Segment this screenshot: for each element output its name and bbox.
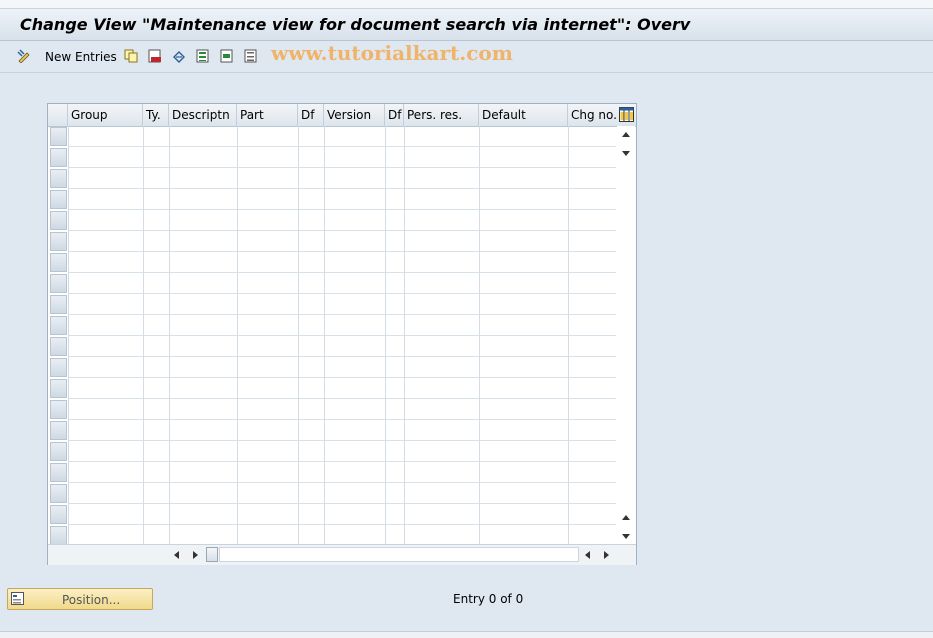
new-entries-button[interactable]: New Entries: [45, 48, 117, 66]
table-row: [68, 230, 616, 231]
scroll-right-icon[interactable]: [193, 551, 198, 559]
column-header[interactable]: Group: [68, 104, 143, 126]
table-header: Group Ty. Descriptn Part Df Version Df P…: [48, 104, 636, 127]
table-row: [68, 314, 616, 315]
column-divider: [568, 126, 569, 544]
row-selector[interactable]: [50, 316, 67, 335]
row-selector[interactable]: [50, 379, 67, 398]
row-selector[interactable]: [50, 274, 67, 293]
column-divider: [385, 126, 386, 544]
table-row: [68, 188, 616, 189]
table-row: [68, 209, 616, 210]
column-divider: [169, 126, 170, 544]
row-selector[interactable]: [50, 169, 67, 188]
delete-icon[interactable]: [148, 49, 162, 63]
scroll-up-icon[interactable]: [622, 132, 630, 137]
table-row: [68, 524, 616, 525]
row-selector[interactable]: [50, 505, 67, 524]
column-header[interactable]: Part: [237, 104, 298, 126]
table-row: [68, 335, 616, 336]
page-title: Change View "Maintenance view for docume…: [20, 15, 691, 34]
deselect-all-icon[interactable]: [244, 49, 258, 63]
watermark: www.tutorialkart.com: [271, 41, 513, 65]
row-selector[interactable]: [50, 190, 67, 209]
table-row: [68, 272, 616, 273]
table-row: [68, 293, 616, 294]
select-block-icon[interactable]: [220, 49, 234, 63]
position-icon: [11, 592, 24, 605]
vertical-scrollbar[interactable]: [617, 126, 635, 544]
top-border: [0, 0, 933, 9]
row-selector[interactable]: [50, 127, 67, 146]
title-bar: Change View "Maintenance view for docume…: [0, 9, 933, 41]
table-row: [68, 482, 616, 483]
column-divider: [298, 126, 299, 544]
scroll-down-icon[interactable]: [622, 534, 630, 539]
row-selector[interactable]: [50, 400, 67, 419]
copy-as-icon[interactable]: [124, 49, 138, 63]
column-divider: [324, 126, 325, 544]
table-row: [68, 146, 616, 147]
table-row: [68, 251, 616, 252]
column-header[interactable]: Default: [479, 104, 568, 126]
row-selector[interactable]: [50, 232, 67, 251]
scroll-page-down-icon[interactable]: [622, 151, 630, 156]
row-selector[interactable]: [50, 337, 67, 356]
row-selector[interactable]: [50, 211, 67, 230]
table-row: [68, 461, 616, 462]
column-header[interactable]: Df: [298, 104, 324, 126]
entry-counter: Entry 0 of 0: [453, 592, 524, 606]
scroll-columns-right-icon[interactable]: [604, 551, 609, 559]
column-header[interactable]: Descriptn: [169, 104, 237, 126]
select-all-rows-corner[interactable]: [48, 104, 68, 126]
horizontal-scroll-track[interactable]: [219, 547, 579, 562]
column-header[interactable]: Version: [324, 104, 385, 126]
column-header[interactable]: Chg no.: [568, 104, 618, 126]
table-row: [68, 398, 616, 399]
display-change-icon[interactable]: [17, 49, 31, 63]
table-row: [68, 503, 616, 504]
table-control: Group Ty. Descriptn Part Df Version Df P…: [47, 103, 637, 565]
row-selector[interactable]: [50, 358, 67, 377]
horizontal-scrollbar[interactable]: [48, 544, 636, 565]
row-selector[interactable]: [50, 484, 67, 503]
row-selector[interactable]: [50, 148, 67, 167]
scroll-page-up-icon[interactable]: [622, 515, 630, 520]
row-selector[interactable]: [50, 295, 67, 314]
position-button-label: Position...: [62, 593, 121, 607]
table-settings-icon[interactable]: [619, 107, 634, 122]
column-divider: [404, 126, 405, 544]
table-row: [68, 356, 616, 357]
column-header[interactable]: Ty.: [143, 104, 169, 126]
row-selector[interactable]: [50, 442, 67, 461]
column-divider: [68, 126, 69, 544]
column-header[interactable]: Df: [385, 104, 404, 126]
row-selector[interactable]: [50, 253, 67, 272]
new-entries-label: New Entries: [45, 50, 117, 64]
column-header[interactable]: Pers. res.: [404, 104, 479, 126]
row-selector[interactable]: [50, 526, 67, 545]
row-selector[interactable]: [50, 463, 67, 482]
column-divider: [143, 126, 144, 544]
row-selector[interactable]: [50, 421, 67, 440]
scroll-left-icon[interactable]: [174, 551, 179, 559]
scroll-columns-left-icon[interactable]: [585, 551, 590, 559]
column-divider: [479, 126, 480, 544]
position-button[interactable]: Position...: [7, 588, 153, 610]
table-row: [68, 167, 616, 168]
column-divider: [237, 126, 238, 544]
select-all-icon[interactable]: [196, 49, 210, 63]
undo-change-icon[interactable]: [172, 49, 186, 63]
table-row: [68, 419, 616, 420]
table-row: [68, 377, 616, 378]
horizontal-scroll-thumb[interactable]: [206, 547, 218, 562]
table-row: [68, 440, 616, 441]
